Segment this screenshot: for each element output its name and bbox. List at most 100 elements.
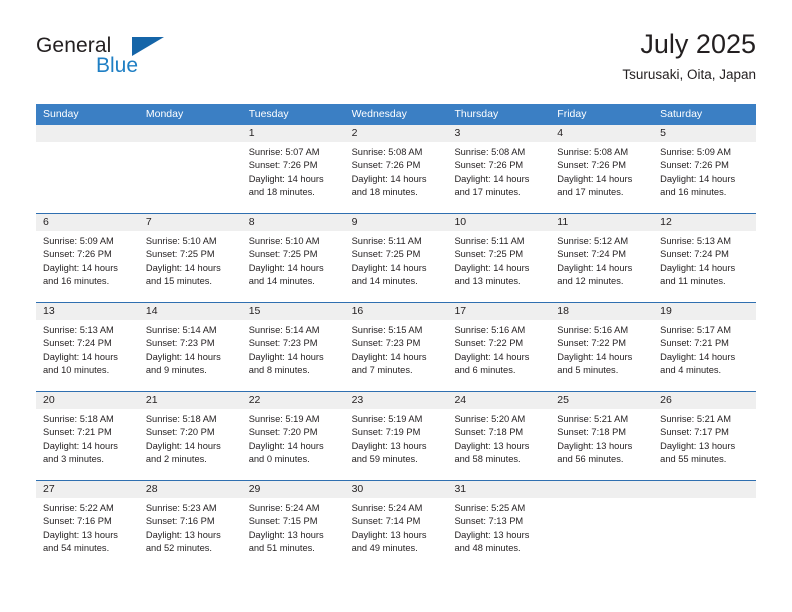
day-detail-line: Sunset: 7:21 PM — [660, 338, 729, 349]
day-cell-30[interactable]: 30 Sunrise: 5:24 AM Sunset: 7:14 PM Dayligh… — [344, 481, 448, 569]
day-details: Sunrise: 5:18 AM Sunset: 7:21 PM Daylight:… — [36, 409, 139, 467]
day-detail-line: Daylight: 14 hours — [145, 351, 221, 362]
day-detail-line: Daylight: 14 hours — [145, 440, 221, 451]
day-detail-line: Sunrise: 5:19 AM — [248, 414, 320, 424]
day-cell-25[interactable]: 25 Sunrise: 5:21 AM Sunset: 7:18 PM Dayligh… — [550, 392, 654, 480]
day-detail-line: Sunrise: 5:08 AM — [557, 147, 629, 157]
day-number: 17 — [447, 303, 551, 320]
day-detail-line: Sunrise: 5:12 AM — [557, 236, 629, 246]
day-cell-10[interactable]: 10 Sunrise: 5:11 AM Sunset: 7:25 PM Dayligh… — [447, 214, 551, 302]
day-detail-line: Daylight: 13 hours — [557, 440, 633, 451]
day-cell-18[interactable]: 18 Sunrise: 5:16 AM Sunset: 7:22 PM Dayligh… — [550, 303, 654, 391]
day-cell-19[interactable]: 19 Sunrise: 5:17 AM Sunset: 7:21 PM Dayligh… — [653, 303, 757, 391]
day-cell-24[interactable]: 24 Sunrise: 5:20 AM Sunset: 7:18 PM Dayligh… — [447, 392, 551, 480]
day-number: 23 — [344, 392, 448, 409]
day-details: Sunrise: 5:23 AM Sunset: 7:16 PM Daylight:… — [139, 498, 242, 556]
day-cell-7[interactable]: 7 Sunrise: 5:10 AM Sunset: 7:25 PM Daylight… — [138, 214, 242, 302]
day-detail-line: Sunrise: 5:10 AM — [248, 236, 320, 246]
day-details: Sunrise: 5:24 AM Sunset: 7:14 PM Daylight:… — [345, 498, 448, 556]
day-cell-1[interactable]: 1 Sunrise: 5:07 AM Sunset: 7:26 PM Daylight… — [241, 125, 345, 213]
day-cell-empty — [653, 481, 757, 569]
page-title: July 2025 — [640, 29, 756, 59]
day-detail-line: Sunrise: 5:11 AM — [351, 236, 422, 246]
day-cell-12[interactable]: 12 Sunrise: 5:13 AM Sunset: 7:24 PM Dayligh… — [653, 214, 757, 302]
day-detail-line: Daylight: 14 hours — [43, 262, 118, 273]
day-cell-empty — [550, 481, 654, 569]
day-number: 12 — [653, 214, 757, 231]
day-detail-line: Daylight: 13 hours — [43, 529, 118, 540]
day-detail-line: Sunset: 7:25 PM — [351, 249, 421, 260]
day-cell-26[interactable]: 26 Sunrise: 5:21 AM Sunset: 7:17 PM Dayligh… — [653, 392, 757, 480]
day-number: 20 — [36, 392, 139, 409]
day-detail-line: Sunset: 7:26 PM — [248, 160, 318, 171]
day-detail-line: Sunrise: 5:13 AM — [660, 236, 731, 246]
day-cell-11[interactable]: 11 Sunrise: 5:12 AM Sunset: 7:24 PM Dayligh… — [550, 214, 654, 302]
day-detail-line: Sunset: 7:24 PM — [557, 249, 627, 260]
day-number: 19 — [653, 303, 757, 320]
day-number: 14 — [138, 303, 242, 320]
day-details: Sunrise: 5:09 AM Sunset: 7:26 PM Daylight:… — [36, 231, 139, 289]
day-details: Sunrise: 5:16 AM Sunset: 7:22 PM Daylight:… — [447, 320, 550, 378]
day-detail-line: and 9 minutes. — [145, 365, 207, 376]
day-number: 21 — [138, 392, 242, 409]
calendar-week-row: 1 Sunrise: 5:07 AM Sunset: 7:26 PM Daylight… — [36, 125, 757, 213]
logo-text-blue: Blue — [96, 54, 139, 77]
day-number: 18 — [550, 303, 654, 320]
day-cell-20[interactable]: 20 Sunrise: 5:18 AM Sunset: 7:21 PM Dayligh… — [36, 392, 139, 480]
week-cells: 1 Sunrise: 5:07 AM Sunset: 7:26 PM Daylight… — [36, 125, 757, 213]
day-cell-21[interactable]: 21 Sunrise: 5:18 AM Sunset: 7:20 PM Dayligh… — [138, 392, 242, 480]
day-cell-23[interactable]: 23 Sunrise: 5:19 AM Sunset: 7:19 PM Dayligh… — [344, 392, 448, 480]
day-detail-line: and 15 minutes. — [145, 276, 213, 287]
day-detail-line: Sunset: 7:26 PM — [557, 160, 627, 171]
day-detail-line: Daylight: 14 hours — [454, 173, 530, 184]
day-detail-line: and 10 minutes. — [43, 365, 110, 376]
day-cell-6[interactable]: 6 Sunrise: 5:09 AM Sunset: 7:26 PM Daylight… — [36, 214, 139, 302]
day-detail-line: and 13 minutes. — [454, 276, 521, 287]
day-number: 5 — [653, 125, 757, 142]
day-detail-line: Sunset: 7:20 PM — [145, 427, 215, 438]
day-detail-line: and 7 minutes. — [351, 365, 413, 376]
day-number — [653, 481, 757, 498]
day-cell-31[interactable]: 31 Sunrise: 5:25 AM Sunset: 7:13 PM Dayligh… — [447, 481, 551, 569]
day-cell-9[interactable]: 9 Sunrise: 5:11 AM Sunset: 7:25 PM Daylight… — [344, 214, 448, 302]
day-number: 4 — [550, 125, 654, 142]
day-cell-4[interactable]: 4 Sunrise: 5:08 AM Sunset: 7:26 PM Daylight… — [550, 125, 654, 213]
day-cell-14[interactable]: 14 Sunrise: 5:14 AM Sunset: 7:23 PM Dayligh… — [138, 303, 242, 391]
day-detail-line: Sunrise: 5:18 AM — [145, 414, 217, 424]
day-detail-line: and 49 minutes. — [351, 543, 418, 554]
day-detail-line: and 16 minutes. — [660, 187, 727, 198]
day-detail-line: and 3 minutes. — [43, 454, 104, 465]
day-detail-line: Sunrise: 5:10 AM — [145, 236, 217, 246]
day-number: 25 — [550, 392, 654, 409]
day-cell-8[interactable]: 8 Sunrise: 5:10 AM Sunset: 7:25 PM Daylight… — [241, 214, 345, 302]
day-cell-2[interactable]: 2 Sunrise: 5:08 AM Sunset: 7:26 PM Daylight… — [344, 125, 448, 213]
day-detail-line: Sunset: 7:25 PM — [248, 249, 318, 260]
day-number — [550, 481, 654, 498]
general-blue-logo[interactable]: General Blue — [36, 34, 166, 82]
day-details: Sunrise: 5:13 AM Sunset: 7:24 PM Daylight:… — [653, 231, 756, 289]
day-cell-17[interactable]: 17 Sunrise: 5:16 AM Sunset: 7:22 PM Dayligh… — [447, 303, 551, 391]
day-cell-3[interactable]: 3 Sunrise: 5:08 AM Sunset: 7:26 PM Daylight… — [447, 125, 551, 213]
day-detail-line: Sunrise: 5:16 AM — [557, 325, 629, 335]
day-cell-22[interactable]: 22 Sunrise: 5:19 AM Sunset: 7:20 PM Dayligh… — [241, 392, 345, 480]
day-cell-13[interactable]: 13 Sunrise: 5:13 AM Sunset: 7:24 PM Dayligh… — [36, 303, 139, 391]
day-detail-line: Sunrise: 5:13 AM — [43, 325, 114, 335]
day-details: Sunrise: 5:11 AM Sunset: 7:25 PM Daylight:… — [447, 231, 550, 289]
day-cell-5[interactable]: 5 Sunrise: 5:09 AM Sunset: 7:26 PM Daylight… — [653, 125, 757, 213]
day-cell-15[interactable]: 15 Sunrise: 5:14 AM Sunset: 7:23 PM Dayligh… — [241, 303, 345, 391]
day-detail-line: Sunset: 7:22 PM — [454, 338, 524, 349]
day-number: 11 — [550, 214, 654, 231]
day-number — [36, 125, 139, 142]
day-details: Sunrise: 5:10 AM Sunset: 7:25 PM Daylight:… — [242, 231, 345, 289]
day-cell-28[interactable]: 28 Sunrise: 5:23 AM Sunset: 7:16 PM Dayligh… — [138, 481, 242, 569]
day-cell-29[interactable]: 29 Sunrise: 5:24 AM Sunset: 7:15 PM Dayligh… — [241, 481, 345, 569]
day-cell-16[interactable]: 16 Sunrise: 5:15 AM Sunset: 7:23 PM Dayligh… — [344, 303, 448, 391]
day-detail-line: Sunset: 7:23 PM — [145, 338, 215, 349]
day-detail-line: Sunset: 7:13 PM — [454, 516, 524, 527]
day-detail-line: and 56 minutes. — [557, 454, 624, 465]
page-header: General Blue July 2025 Tsurusaki, Oita, … — [36, 28, 756, 96]
day-number: 30 — [344, 481, 448, 498]
day-cell-27[interactable]: 27 Sunrise: 5:22 AM Sunset: 7:16 PM Dayligh… — [36, 481, 139, 569]
day-detail-line: and 48 minutes. — [454, 543, 521, 554]
day-number: 26 — [653, 392, 757, 409]
